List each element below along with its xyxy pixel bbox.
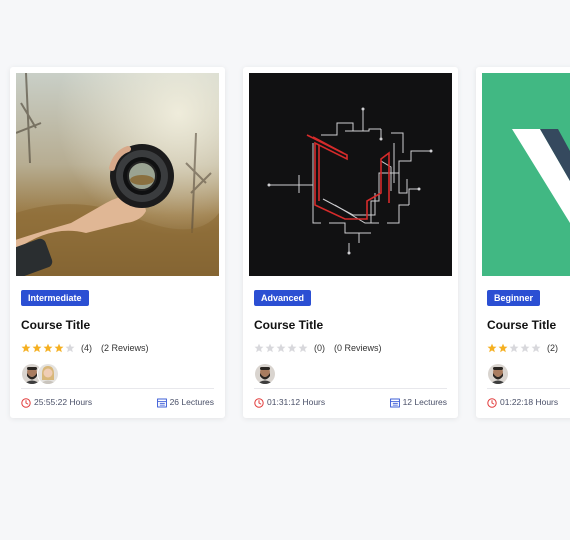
divider: [21, 388, 214, 389]
course-meta: 01:22:18 Hours: [487, 397, 570, 408]
level-badge: Advanced: [254, 290, 312, 306]
course-meta: 01:31:12 Hours 12 Lectures: [254, 397, 447, 408]
duration: 25:55:22 Hours: [21, 397, 92, 408]
reviews-count: (0 Reviews): [334, 343, 382, 353]
star-filled-icon: [32, 343, 42, 353]
star-rating: [487, 343, 541, 353]
level-badge: Intermediate: [21, 290, 89, 306]
duration-text: 01:22:18 Hours: [500, 397, 559, 407]
course-thumbnail-vue[interactable]: [482, 73, 570, 276]
course-meta: 25:55:22 Hours 26 Lectures: [21, 397, 214, 408]
rating-row: (4) (2 Reviews): [21, 342, 149, 354]
rating-count: (2): [547, 343, 558, 353]
divider: [254, 388, 447, 389]
clock-icon: [254, 397, 264, 408]
divider: [487, 388, 570, 389]
clock-icon: [21, 397, 31, 408]
duration-text: 25:55:22 Hours: [34, 397, 93, 407]
level-badge: Beginner: [487, 290, 541, 306]
avatar[interactable]: [487, 363, 509, 385]
lectures-text: 12 Lectures: [402, 397, 447, 407]
course-title[interactable]: Course Title: [21, 318, 90, 332]
star-empty-icon: [276, 343, 286, 353]
star-empty-icon: [509, 343, 519, 353]
star-filled-icon: [21, 343, 31, 353]
course-title[interactable]: Course Title: [254, 318, 323, 332]
course-card[interactable]: Beginner Course Title (2) 01:22:18 Hours: [476, 67, 570, 418]
duration: 01:31:12 Hours: [254, 397, 325, 408]
star-rating: [254, 343, 308, 353]
instructor-avatars: [21, 363, 59, 385]
clock-icon: [487, 397, 497, 408]
course-card[interactable]: Advanced Course Title (0) (0 Reviews) 01…: [243, 67, 458, 418]
duration: 01:22:18 Hours: [487, 397, 558, 408]
lectures-icon: [156, 398, 167, 407]
star-rating: [21, 343, 75, 353]
star-empty-icon: [298, 343, 308, 353]
lectures: 26 Lectures: [156, 397, 214, 408]
star-empty-icon: [287, 343, 297, 353]
course-carousel: Intermediate Course Title (4) (2 Reviews…: [0, 0, 570, 540]
star-filled-icon: [498, 343, 508, 353]
star-empty-icon: [265, 343, 275, 353]
star-empty-icon: [65, 343, 75, 353]
avatar[interactable]: [37, 363, 59, 385]
course-thumbnail-circuit[interactable]: [249, 73, 452, 276]
duration-text: 01:31:12 Hours: [267, 397, 326, 407]
star-filled-icon: [487, 343, 497, 353]
course-title[interactable]: Course Title: [487, 318, 556, 332]
star-empty-icon: [520, 343, 530, 353]
star-filled-icon: [43, 343, 53, 353]
lectures: 12 Lectures: [389, 397, 447, 408]
lectures-text: 26 Lectures: [169, 397, 214, 407]
star-filled-icon: [54, 343, 64, 353]
course-card[interactable]: Intermediate Course Title (4) (2 Reviews…: [10, 67, 225, 418]
star-empty-icon: [531, 343, 541, 353]
rating-row: (0) (0 Reviews): [254, 342, 382, 354]
course-thumbnail-lens[interactable]: [16, 73, 219, 276]
rating-row: (2): [487, 342, 567, 354]
rating-count: (4): [81, 343, 92, 353]
star-empty-icon: [254, 343, 264, 353]
avatar[interactable]: [254, 363, 276, 385]
lectures-icon: [389, 398, 400, 407]
rating-count: (0): [314, 343, 325, 353]
instructor-avatars: [487, 363, 509, 385]
reviews-count: (2 Reviews): [101, 343, 149, 353]
instructor-avatars: [254, 363, 276, 385]
